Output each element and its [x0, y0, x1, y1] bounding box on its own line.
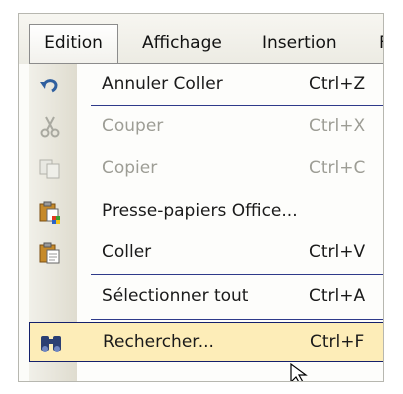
- menu-insertion-label: Insertion: [262, 33, 337, 53]
- menu-insertion[interactable]: Insertion: [262, 25, 337, 63]
- menu-item-rechercher[interactable]: Rechercher... Ctrl+F: [29, 322, 383, 362]
- clipboard-office-icon: [37, 200, 63, 224]
- copy-icon: [37, 157, 63, 181]
- menu-affichage[interactable]: Affichage: [142, 25, 222, 63]
- menu-item-label: Presse-papiers Office...: [102, 201, 298, 221]
- menu-item-annuler-coller[interactable]: Annuler Coller Ctrl+Z: [29, 65, 383, 105]
- menu-item-shortcut: Ctrl+X: [309, 116, 366, 136]
- menu-item-label: Coller: [102, 242, 152, 262]
- menu-item-label: Copier: [102, 158, 158, 178]
- binoculars-icon: [38, 331, 64, 355]
- menu-separator: [91, 274, 383, 275]
- menu-item-coller[interactable]: Coller Ctrl+V: [29, 233, 383, 273]
- mouse-pointer-icon: [290, 362, 308, 381]
- menu-edition-label: Edition: [44, 33, 103, 53]
- cut-icon: [37, 115, 63, 139]
- menu-f-label: F: [379, 33, 383, 53]
- menu-item-shortcut: Ctrl+A: [309, 286, 366, 306]
- menu-item-label: Annuler Coller: [102, 74, 223, 94]
- menu-affichage-label: Affichage: [142, 33, 222, 53]
- menu-bar: Edition Affichage Insertion F: [19, 14, 383, 64]
- menu-item-shortcut: Ctrl+Z: [309, 74, 366, 94]
- menu-item-couper[interactable]: Couper Ctrl+X: [29, 107, 383, 147]
- menu-f[interactable]: F: [379, 25, 383, 63]
- edit-menu-frame: Edition Affichage Insertion F Annuler Co…: [18, 13, 384, 382]
- menu-item-shortcut: Ctrl+C: [309, 158, 366, 178]
- menu-item-label: Sélectionner tout: [102, 286, 249, 306]
- menu-item-selectionner-tout[interactable]: Sélectionner tout Ctrl+A: [29, 277, 383, 317]
- menu-item-shortcut: Ctrl+F: [310, 332, 365, 352]
- menu-item-label: Rechercher...: [103, 332, 214, 352]
- paste-icon: [37, 241, 63, 265]
- undo-icon: [37, 73, 63, 97]
- menu-item-label: Couper: [102, 116, 164, 136]
- menu-separator: [91, 319, 383, 320]
- menu-separator: [91, 105, 383, 106]
- menu-item-presse-papiers-office[interactable]: Presse-papiers Office...: [29, 192, 383, 232]
- menu-item-copier[interactable]: Copier Ctrl+C: [29, 149, 383, 189]
- menu-edition[interactable]: Edition: [29, 24, 118, 64]
- menu-item-shortcut: Ctrl+V: [309, 242, 366, 262]
